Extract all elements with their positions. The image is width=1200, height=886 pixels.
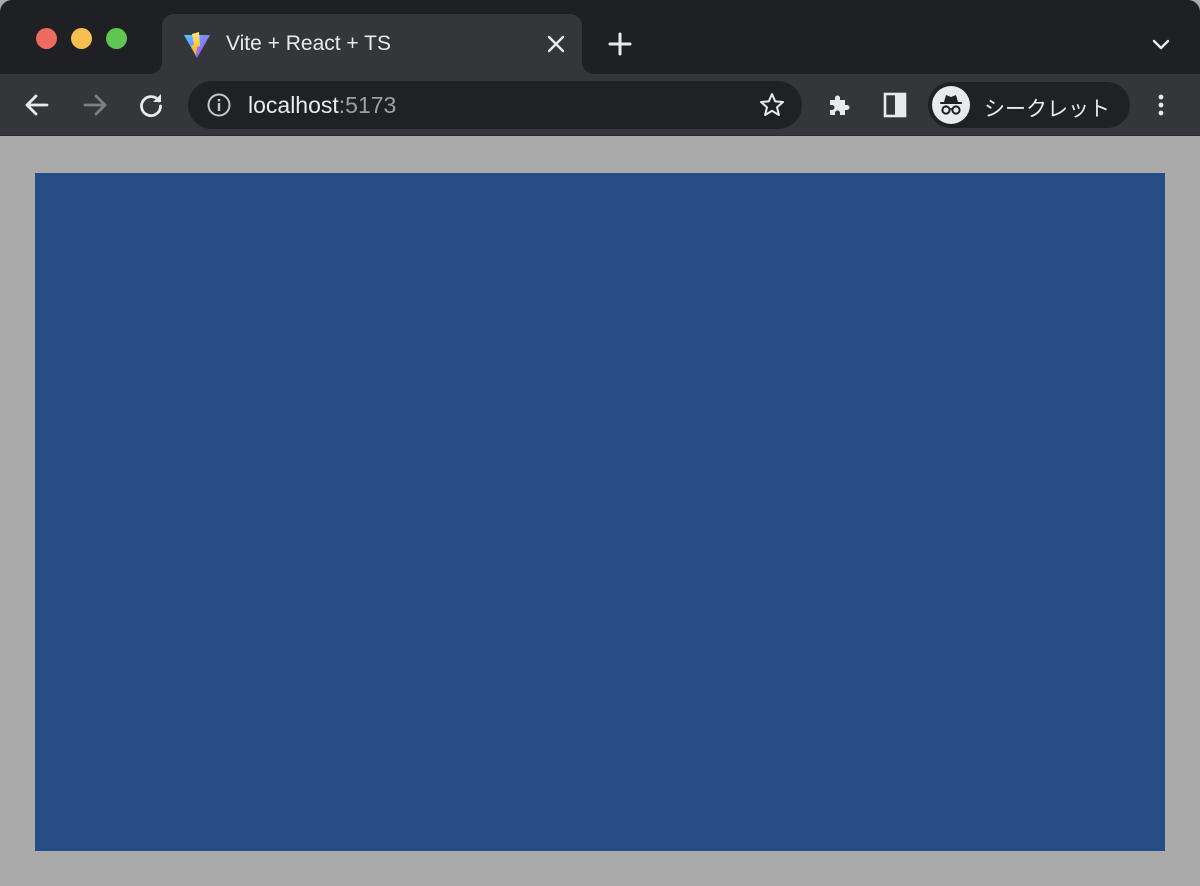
browser-toolbar: localhost:5173 シークレット	[0, 74, 1200, 136]
zoom-window-button[interactable]	[106, 28, 127, 49]
address-bar[interactable]: localhost:5173	[188, 81, 802, 129]
page-viewport	[0, 137, 1200, 886]
profile-chip[interactable]: シークレット	[928, 82, 1130, 128]
tab-active[interactable]: Vite + React + TS	[162, 14, 582, 74]
page-canvas[interactable]	[35, 173, 1165, 851]
puzzle-icon[interactable]	[824, 90, 854, 120]
minimize-window-button[interactable]	[71, 28, 92, 49]
tab-title: Vite + React + TS	[226, 32, 391, 55]
star-icon[interactable]	[758, 91, 786, 119]
incognito-icon	[932, 86, 970, 124]
reload-icon[interactable]	[136, 90, 166, 120]
info-icon[interactable]	[206, 92, 232, 118]
url-host: localhost	[248, 92, 339, 118]
plus-icon[interactable]	[606, 30, 634, 58]
kebab-menu-icon[interactable]	[1146, 90, 1176, 120]
url-port: :5173	[338, 92, 397, 118]
back-arrow-icon[interactable]	[22, 90, 52, 120]
browser-window: Vite + React + TS localhost:5173 シークレット	[0, 0, 1200, 886]
incognito-label: シークレット	[984, 97, 1110, 121]
url-text: localhost:5173	[248, 92, 396, 119]
close-icon[interactable]	[544, 32, 568, 56]
vite-logo-icon	[182, 30, 212, 60]
chevron-down-icon[interactable]	[1148, 32, 1174, 58]
side-panel-icon[interactable]	[880, 90, 910, 120]
close-window-button[interactable]	[36, 28, 57, 49]
forward-arrow-icon[interactable]	[80, 90, 110, 120]
tab-strip: Vite + React + TS	[0, 0, 1200, 74]
